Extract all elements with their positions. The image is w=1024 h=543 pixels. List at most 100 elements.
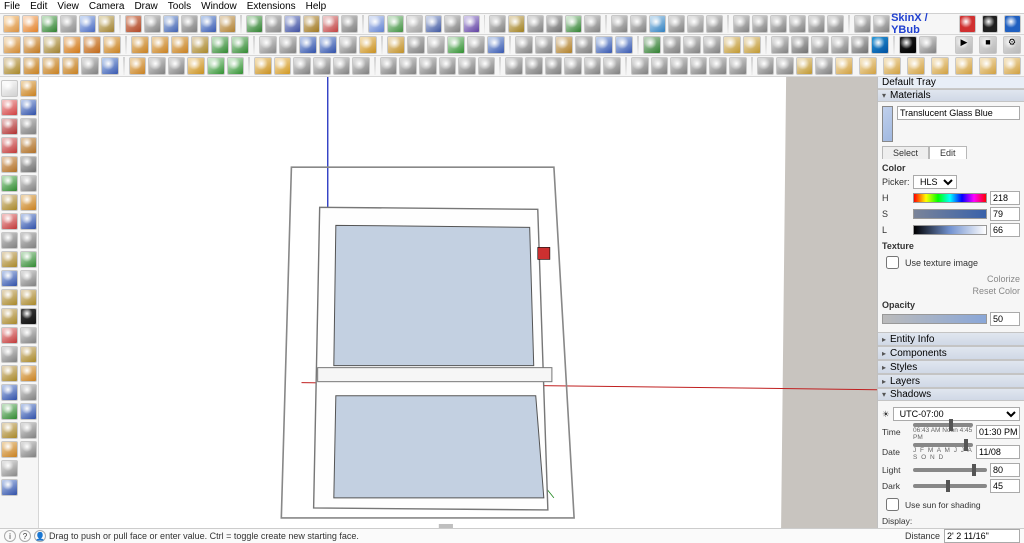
tool-btn[interactable] bbox=[683, 36, 701, 54]
menu-edit[interactable]: Edit bbox=[30, 0, 47, 14]
picker-select[interactable]: HLS bbox=[913, 175, 957, 189]
tool-btn[interactable] bbox=[603, 57, 621, 75]
lum-slider[interactable] bbox=[913, 225, 987, 235]
side-tool[interactable] bbox=[20, 118, 37, 135]
tool-btn[interactable] bbox=[505, 57, 523, 75]
brand-btn[interactable] bbox=[959, 15, 976, 33]
tool-btn[interactable] bbox=[584, 57, 602, 75]
tool-btn[interactable] bbox=[771, 36, 789, 54]
side-tool[interactable] bbox=[1, 403, 18, 420]
tool-btn[interactable] bbox=[611, 15, 628, 33]
tool-btn[interactable] bbox=[319, 36, 337, 54]
tool-btn[interactable] bbox=[827, 15, 844, 33]
tool-btn[interactable] bbox=[444, 15, 461, 33]
side-tool[interactable] bbox=[1, 137, 18, 154]
sun-tool[interactable] bbox=[835, 57, 853, 75]
side-tool[interactable] bbox=[20, 422, 37, 439]
tool-btn[interactable] bbox=[62, 57, 80, 75]
tool-btn[interactable] bbox=[211, 36, 229, 54]
side-tool[interactable] bbox=[1, 194, 18, 211]
tool-btn[interactable] bbox=[181, 15, 198, 33]
tool-btn[interactable] bbox=[508, 15, 525, 33]
sun-tool[interactable] bbox=[979, 57, 997, 75]
tool-btn[interactable] bbox=[339, 36, 357, 54]
material-name-input[interactable] bbox=[897, 106, 1020, 120]
tool-btn[interactable] bbox=[207, 57, 225, 75]
info-icon[interactable]: i bbox=[4, 530, 16, 542]
side-tool[interactable] bbox=[20, 365, 37, 382]
tool-btn[interactable] bbox=[131, 36, 149, 54]
use-sun-checkbox[interactable] bbox=[886, 498, 899, 511]
side-tool[interactable] bbox=[20, 384, 37, 401]
tool-btn[interactable] bbox=[406, 15, 423, 33]
tool-btn[interactable] bbox=[651, 57, 669, 75]
tool-btn[interactable] bbox=[279, 36, 297, 54]
tool-btn[interactable] bbox=[144, 15, 161, 33]
tool-btn[interactable] bbox=[776, 57, 794, 75]
user-icon[interactable]: 👤 bbox=[34, 530, 46, 542]
tool-btn[interactable] bbox=[458, 57, 476, 75]
side-tool[interactable] bbox=[1, 270, 18, 287]
tool-btn[interactable] bbox=[527, 15, 544, 33]
tool-btn[interactable] bbox=[43, 36, 61, 54]
panel-styles[interactable]: Styles bbox=[878, 360, 1024, 374]
tool-btn[interactable] bbox=[752, 15, 769, 33]
tool-btn[interactable] bbox=[706, 15, 723, 33]
panel-shadows[interactable]: Shadows bbox=[878, 388, 1024, 401]
tool-btn[interactable] bbox=[168, 57, 186, 75]
side-tool[interactable] bbox=[1, 460, 18, 477]
tool-btn[interactable] bbox=[187, 57, 205, 75]
tool-btn[interactable] bbox=[219, 15, 236, 33]
tool-btn[interactable] bbox=[631, 57, 649, 75]
panel-layers[interactable]: Layers bbox=[878, 374, 1024, 388]
date-value[interactable] bbox=[976, 445, 1020, 459]
side-tool[interactable] bbox=[20, 175, 37, 192]
l-value[interactable] bbox=[990, 223, 1020, 237]
tool-btn[interactable] bbox=[811, 36, 829, 54]
time-slider[interactable] bbox=[913, 423, 973, 427]
panel-entity-info[interactable]: Entity Info bbox=[878, 332, 1024, 346]
side-tool[interactable] bbox=[20, 194, 37, 211]
side-tool[interactable] bbox=[20, 251, 37, 268]
side-tool[interactable] bbox=[1, 327, 18, 344]
tool-btn[interactable] bbox=[770, 15, 787, 33]
tool-btn[interactable] bbox=[729, 57, 747, 75]
s-value[interactable] bbox=[990, 207, 1020, 221]
side-tool[interactable] bbox=[20, 327, 37, 344]
tool-btn[interactable] bbox=[615, 36, 633, 54]
tool-btn[interactable] bbox=[313, 57, 331, 75]
tool-btn[interactable] bbox=[595, 36, 613, 54]
tool-btn[interactable] bbox=[101, 57, 119, 75]
tool-btn[interactable] bbox=[98, 15, 115, 33]
tool-btn[interactable] bbox=[630, 15, 647, 33]
tool-btn[interactable] bbox=[555, 36, 573, 54]
tool-btn[interactable] bbox=[525, 57, 543, 75]
sun-tool[interactable] bbox=[883, 57, 901, 75]
tool-btn[interactable] bbox=[709, 57, 727, 75]
tool-btn[interactable] bbox=[148, 57, 166, 75]
tool-btn[interactable] bbox=[564, 57, 582, 75]
measurement-input[interactable] bbox=[944, 529, 1020, 543]
tool-btn[interactable] bbox=[83, 36, 101, 54]
side-tool[interactable] bbox=[20, 289, 37, 306]
sun-tool[interactable] bbox=[931, 57, 949, 75]
tool-btn[interactable] bbox=[643, 36, 661, 54]
tool-btn[interactable] bbox=[359, 36, 377, 54]
tool-btn[interactable] bbox=[254, 57, 272, 75]
side-tool[interactable] bbox=[1, 251, 18, 268]
side-tool[interactable] bbox=[1, 479, 18, 496]
tab-edit[interactable]: Edit bbox=[929, 146, 967, 159]
tool-btn[interactable] bbox=[3, 57, 21, 75]
side-tool[interactable] bbox=[20, 308, 37, 325]
tool-btn[interactable] bbox=[425, 15, 442, 33]
tool-btn[interactable] bbox=[463, 15, 480, 33]
tool-btn[interactable] bbox=[439, 57, 457, 75]
tool-btn[interactable] bbox=[733, 15, 750, 33]
menu-help[interactable]: Help bbox=[306, 0, 327, 14]
tool-btn[interactable] bbox=[125, 15, 142, 33]
hue-slider[interactable] bbox=[913, 193, 987, 203]
use-texture-checkbox[interactable] bbox=[886, 256, 899, 269]
tool-btn[interactable] bbox=[687, 15, 704, 33]
tool-btn[interactable] bbox=[575, 36, 593, 54]
side-tool[interactable] bbox=[1, 308, 18, 325]
